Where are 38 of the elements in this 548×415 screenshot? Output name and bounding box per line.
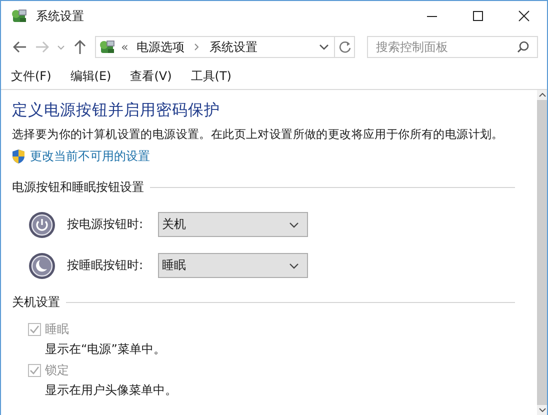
option-description: 显示在“电源”菜单中。 xyxy=(45,341,166,358)
app-icon xyxy=(10,8,28,24)
power-button-icon xyxy=(28,210,56,238)
chevron-down-icon[interactable] xyxy=(289,222,299,228)
window-title: 系统设置 xyxy=(36,8,84,24)
chevron-icon xyxy=(194,43,200,51)
dropdown[interactable]: 睡眠 xyxy=(158,253,308,278)
option-label: 锁定 xyxy=(45,362,69,379)
chevron-down-icon[interactable] xyxy=(289,262,299,268)
control-panel-icon xyxy=(98,39,116,55)
shield-icon xyxy=(12,149,25,164)
setting-label: 按电源按钮时: xyxy=(67,216,144,233)
page-description: 选择要为你的计算机设置的电源设置。在此页上对设置所做的更改将应用于你所有的电源计划。 xyxy=(12,127,504,142)
setting-label: 按睡眠按钮时: xyxy=(67,257,144,274)
menu-item[interactable]: 查看(V) xyxy=(130,68,172,84)
moon-button-icon xyxy=(28,252,56,280)
menu-item[interactable]: 文件(F) xyxy=(11,68,52,84)
section-title: 关机设置 xyxy=(12,294,60,311)
breadcrumb-item[interactable]: 电源选项 xyxy=(136,38,184,56)
dropdown[interactable]: 关机 xyxy=(158,212,308,237)
search-icon xyxy=(517,41,529,53)
option-description: 显示在用户头像菜单中。 xyxy=(45,382,178,399)
option-label: 睡眠 xyxy=(45,321,69,338)
change-settings-link[interactable]: 更改当前不可用的设置 xyxy=(30,148,150,165)
menu-item[interactable]: 编辑(E) xyxy=(70,68,112,84)
breadcrumb-overflow[interactable]: « xyxy=(121,40,128,54)
maximize-icon[interactable] xyxy=(472,10,484,22)
scroll-up-icon[interactable] xyxy=(537,90,547,100)
breadcrumb-item[interactable]: 系统设置 xyxy=(209,38,258,56)
close-icon[interactable] xyxy=(518,10,530,22)
page-heading: 定义电源按钮并启用密码保护 xyxy=(12,100,221,121)
scroll-down-icon[interactable] xyxy=(537,405,547,415)
section-title: 电源按钮和睡眠按钮设置 xyxy=(12,179,144,196)
refresh-icon[interactable] xyxy=(335,36,355,58)
search-field[interactable]: 搜索控制面板 xyxy=(367,36,538,58)
address-bar[interactable]: « 电源选项 系统设置 xyxy=(95,36,335,58)
menu-item[interactable]: 工具(T) xyxy=(190,68,232,84)
scrollbar[interactable] xyxy=(537,90,547,415)
